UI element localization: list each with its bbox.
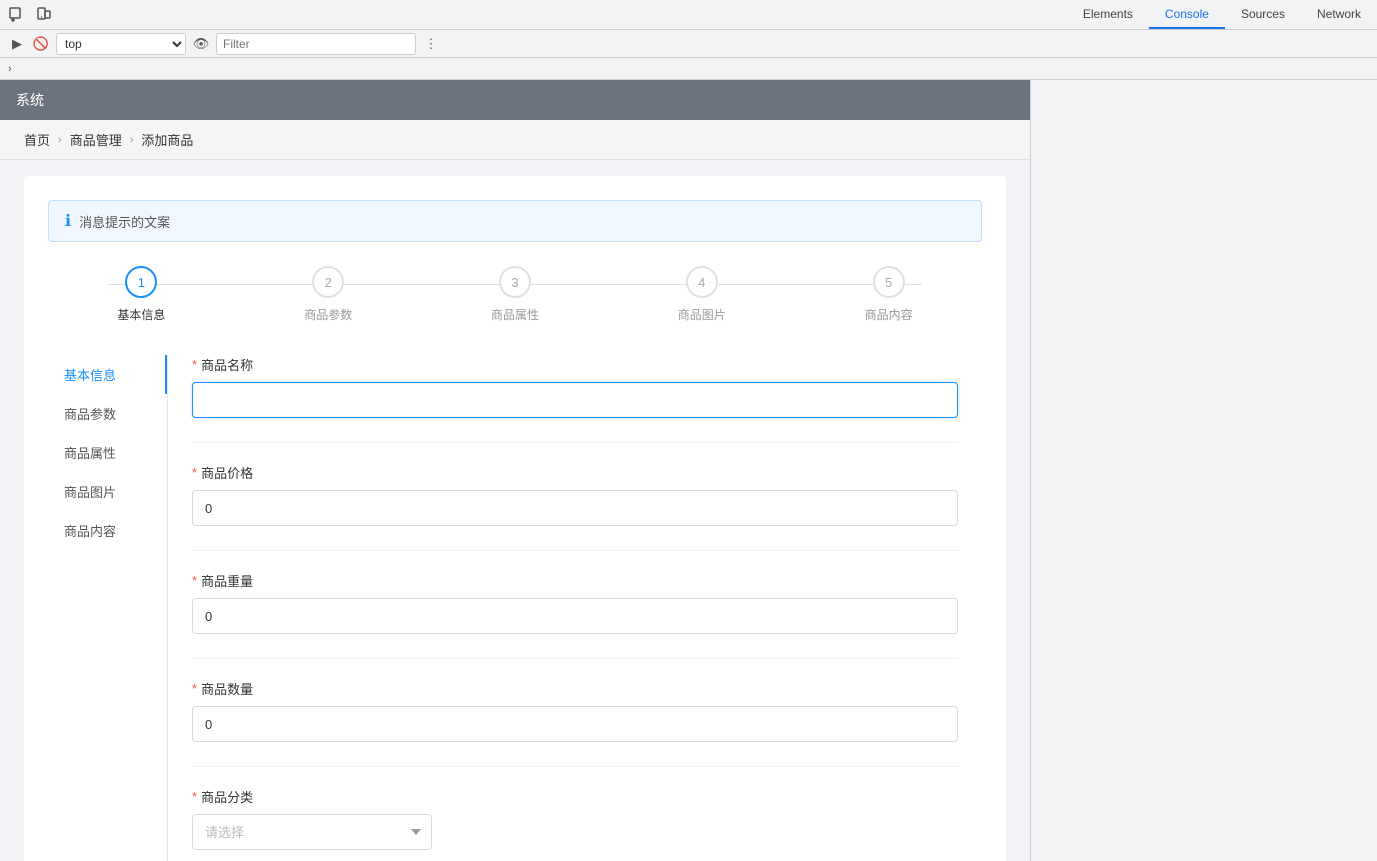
steps: 1 基本信息 2 商品参数 3: [48, 266, 982, 323]
info-banner: ℹ 消息提示的文案: [48, 200, 982, 242]
label-price: * 商品价格: [192, 463, 958, 482]
step-1[interactable]: 1 基本信息: [48, 266, 235, 323]
input-name[interactable]: [192, 382, 958, 418]
tab-network[interactable]: Network: [1301, 0, 1377, 29]
step-label-5: 商品内容: [865, 306, 913, 323]
main-card: ℹ 消息提示的文案 1 基本信息 2: [24, 176, 1006, 861]
form-right: * 商品名称 * 商品价格: [168, 355, 982, 861]
nav-item-content[interactable]: 商品内容: [48, 511, 167, 550]
step-circle-1: 1: [125, 266, 157, 298]
label-name: * 商品名称: [192, 355, 958, 374]
dots-icon[interactable]: ⋮: [422, 35, 440, 53]
step-label-4: 商品图片: [678, 306, 726, 323]
app-titlebar: 系统: [0, 80, 1030, 120]
devtools-bar2: ▶ 🚫 top 👁 ⋮: [0, 30, 1377, 58]
step-label-1: 基本信息: [117, 306, 165, 323]
app-pane: 系统 首页 › 商品管理 › 添加商品 ℹ 消息提示的文案: [0, 80, 1030, 861]
field-weight: * 商品重量: [192, 571, 958, 634]
step-label-3: 商品属性: [491, 306, 539, 323]
step-circle-4: 4: [686, 266, 718, 298]
divider-1: [192, 442, 958, 443]
devtools-panel: [1030, 80, 1377, 861]
input-weight[interactable]: [192, 598, 958, 634]
input-quantity[interactable]: [192, 706, 958, 742]
field-name: * 商品名称: [192, 355, 958, 418]
tab-console[interactable]: Console: [1149, 0, 1225, 29]
breadcrumb: 首页 › 商品管理 › 添加商品: [0, 120, 1030, 160]
step-label-2: 商品参数: [304, 306, 352, 323]
required-star-quantity: *: [192, 681, 197, 696]
inspect-icon[interactable]: [8, 6, 26, 24]
form-left-nav: 基本信息 商品参数 商品属性 商品图片 商品内容: [48, 355, 168, 861]
breadcrumb-sep1: ›: [58, 134, 62, 146]
divider-3: [192, 658, 958, 659]
required-star-category: *: [192, 789, 197, 804]
nav-item-images[interactable]: 商品图片: [48, 472, 167, 511]
required-star-name: *: [192, 357, 197, 372]
input-price[interactable]: [192, 490, 958, 526]
page-content: ℹ 消息提示的文案 1 基本信息 2: [0, 160, 1030, 861]
nav-item-params[interactable]: 商品参数: [48, 394, 167, 433]
info-icon: ℹ: [65, 211, 71, 231]
tab-elements[interactable]: Elements: [1067, 0, 1149, 29]
field-price: * 商品价格: [192, 463, 958, 526]
step-circle-3: 3: [499, 266, 531, 298]
label-weight: * 商品重量: [192, 571, 958, 590]
devtools-topbar: Elements Console Sources Network: [0, 0, 1377, 30]
stop-icon[interactable]: 🚫: [32, 35, 50, 53]
devtools-bar3: ›: [0, 58, 1377, 80]
select-category[interactable]: 请选择: [192, 814, 432, 850]
expand-arrow-icon[interactable]: ›: [8, 63, 12, 75]
required-star-weight: *: [192, 573, 197, 588]
devtools-icons-left: [0, 6, 60, 24]
app-title: 系统: [16, 90, 44, 110]
devtools-tabs: Elements Console Sources Network: [1067, 0, 1377, 29]
divider-4: [192, 766, 958, 767]
field-quantity: * 商品数量: [192, 679, 958, 742]
required-star-price: *: [192, 465, 197, 480]
filter-input[interactable]: [216, 33, 416, 55]
step-circle-5: 5: [873, 266, 905, 298]
label-category: * 商品分类: [192, 787, 958, 806]
breadcrumb-current: 添加商品: [141, 130, 193, 149]
nav-item-attrs[interactable]: 商品属性: [48, 433, 167, 472]
breadcrumb-home[interactable]: 首页: [24, 130, 50, 149]
step-5[interactable]: 5 商品内容: [795, 266, 982, 323]
step-3[interactable]: 3 商品属性: [422, 266, 609, 323]
tab-sources[interactable]: Sources: [1225, 0, 1301, 29]
divider-2: [192, 550, 958, 551]
form-layout: 基本信息 商品参数 商品属性 商品图片 商品内容 *: [48, 355, 982, 861]
context-selector[interactable]: top: [56, 33, 186, 55]
step-circle-2: 2: [312, 266, 344, 298]
device-icon[interactable]: [34, 6, 52, 24]
field-category: * 商品分类 请选择: [192, 787, 958, 850]
breadcrumb-parent[interactable]: 商品管理: [70, 130, 122, 149]
info-banner-text: 消息提示的文案: [79, 212, 170, 231]
label-quantity: * 商品数量: [192, 679, 958, 698]
nav-item-basic[interactable]: 基本信息: [48, 355, 167, 394]
step-4[interactable]: 4 商品图片: [608, 266, 795, 323]
eye-icon[interactable]: 👁: [192, 35, 210, 53]
step-2[interactable]: 2 商品参数: [235, 266, 422, 323]
play-icon[interactable]: ▶: [8, 35, 26, 53]
breadcrumb-sep2: ›: [130, 134, 134, 146]
